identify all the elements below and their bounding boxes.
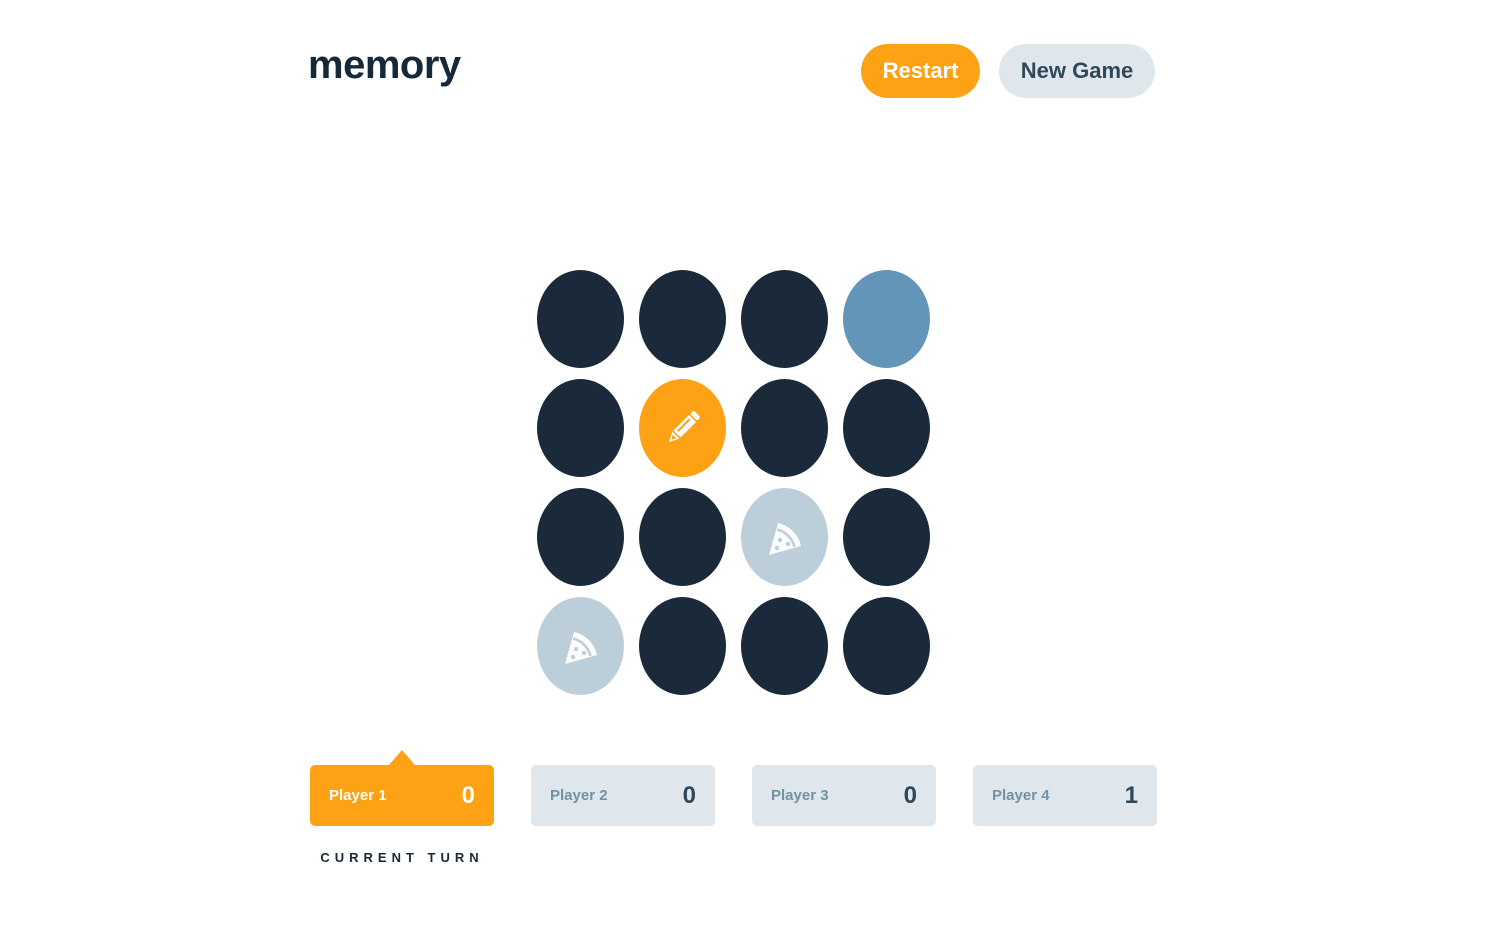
player-1-card: Player 1 0 CURRENT TURN bbox=[310, 750, 494, 865]
logo: memory bbox=[308, 43, 461, 87]
player-score: 0 bbox=[682, 781, 696, 809]
game-board bbox=[537, 270, 930, 695]
tile-9[interactable] bbox=[537, 488, 624, 586]
tile-8[interactable] bbox=[843, 379, 930, 477]
player-3-card: Player 3 0 bbox=[752, 765, 936, 826]
player-name: Player 2 bbox=[550, 787, 608, 804]
tile-1[interactable] bbox=[537, 270, 624, 368]
pizza-slice-icon bbox=[557, 622, 605, 670]
player-panel: Player 1 0 bbox=[310, 765, 494, 826]
player-panel: Player 3 0 bbox=[752, 765, 936, 826]
player-name: Player 4 bbox=[992, 787, 1050, 804]
player-score: 0 bbox=[903, 781, 917, 809]
player-name: Player 3 bbox=[771, 787, 829, 804]
tile-14[interactable] bbox=[639, 597, 726, 695]
tile-11[interactable] bbox=[741, 488, 828, 586]
header-actions: Restart New Game bbox=[861, 44, 1155, 98]
tile-15[interactable] bbox=[741, 597, 828, 695]
tile-3[interactable] bbox=[741, 270, 828, 368]
game-page: memory Restart New Game Player 1 0 CURRE… bbox=[0, 0, 1487, 946]
pizza-slice-icon bbox=[761, 513, 809, 561]
player-panel: Player 2 0 bbox=[531, 765, 715, 826]
tile-5[interactable] bbox=[537, 379, 624, 477]
tile-4[interactable] bbox=[843, 270, 930, 368]
pencil-icon bbox=[659, 404, 707, 452]
tile-16[interactable] bbox=[843, 597, 930, 695]
player-panel: Player 4 1 bbox=[973, 765, 1157, 826]
restart-button[interactable]: Restart bbox=[861, 44, 980, 98]
player-score: 0 bbox=[461, 781, 475, 809]
tile-7[interactable] bbox=[741, 379, 828, 477]
tile-2[interactable] bbox=[639, 270, 726, 368]
player-score: 1 bbox=[1124, 781, 1138, 809]
player-name: Player 1 bbox=[329, 787, 387, 804]
tile-6[interactable] bbox=[639, 379, 726, 477]
tile-10[interactable] bbox=[639, 488, 726, 586]
player-4-card: Player 4 1 bbox=[973, 765, 1157, 826]
player-2-card: Player 2 0 bbox=[531, 765, 715, 826]
current-turn-label: CURRENT TURN bbox=[320, 850, 484, 865]
new-game-button[interactable]: New Game bbox=[999, 44, 1155, 98]
players-bar: Player 1 0 CURRENT TURN Player 2 0 Playe… bbox=[310, 750, 1157, 865]
tile-12[interactable] bbox=[843, 488, 930, 586]
tile-13[interactable] bbox=[537, 597, 624, 695]
current-turn-indicator bbox=[389, 750, 415, 765]
